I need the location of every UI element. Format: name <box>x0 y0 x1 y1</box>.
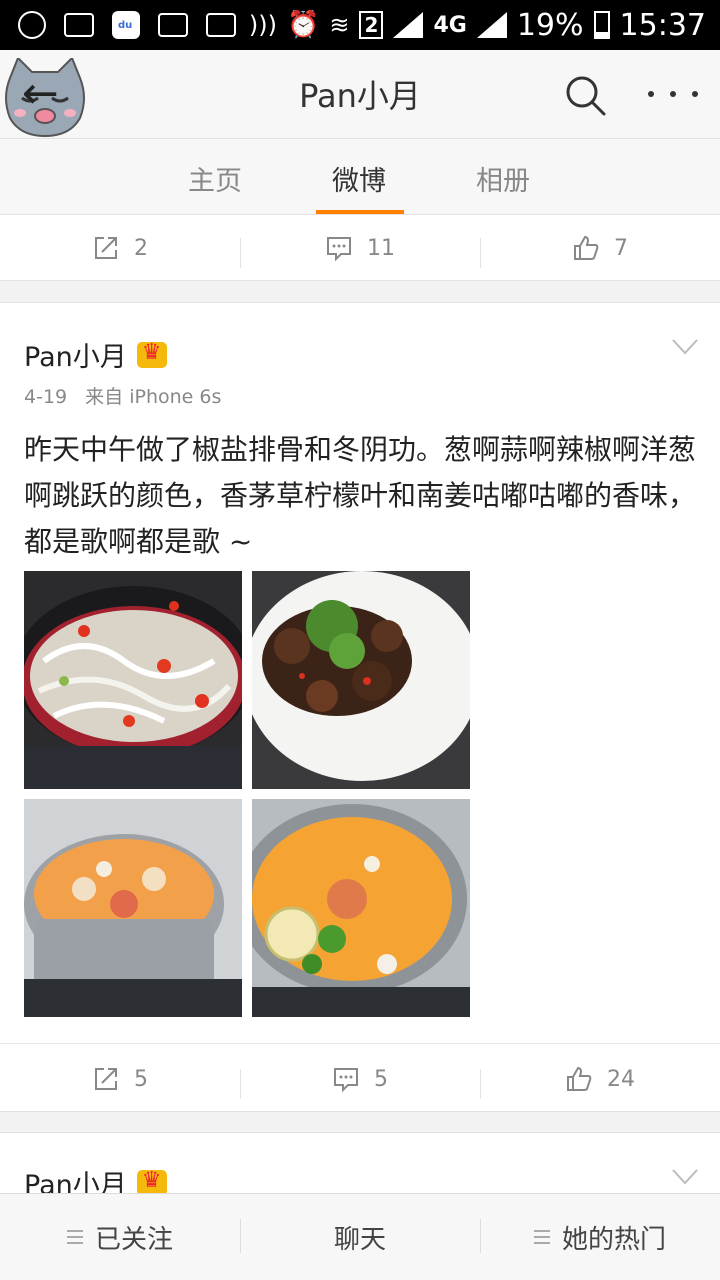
network-type: 4G <box>433 12 467 38</box>
salt-pepper-ribs-photo[interactable] <box>252 571 470 789</box>
alarm-icon: ⏰ <box>286 10 320 40</box>
search-icon[interactable] <box>564 74 606 116</box>
like-count: 7 <box>614 235 628 261</box>
more-options-icon[interactable] <box>648 76 698 112</box>
vip-crown-icon <box>136 340 167 368</box>
repost-icon <box>95 1068 117 1090</box>
baidu-notification-icon <box>112 11 140 39</box>
previous-post-actions: 2 11 7 <box>0 215 720 281</box>
frying-pan-onions-photo[interactable] <box>24 571 242 789</box>
tab-weibo[interactable]: 微博 <box>332 159 386 198</box>
repost-button[interactable]: 2 <box>0 234 240 262</box>
photo-grid <box>24 571 470 1017</box>
page-title: Pan小月 <box>299 77 421 115</box>
post-actions: 5 5 24 <box>0 1043 720 1114</box>
status-bar: ))) ⏰ ≋ 2 4G 19% 15:37 <box>0 0 720 50</box>
repost-count: 5 <box>134 1066 148 1092</box>
signal-icon <box>393 12 424 38</box>
post-author[interactable]: Pan小月 <box>24 335 127 374</box>
like-button[interactable]: 24 <box>480 1065 720 1099</box>
menu-icon <box>533 1230 550 1244</box>
post-text: 昨天中午做了椒盐排骨和冬阴功。葱啊蒜啊辣椒啊洋葱啊跳跃的颜色，香茅草柠檬叶和南姜… <box>24 433 697 558</box>
tab-home[interactable]: 主页 <box>188 159 242 198</box>
chat-label: 聊天 <box>333 1224 386 1255</box>
post-meta: 4-19 来自 iPhone 6s <box>24 382 221 409</box>
clock: 15:37 <box>619 7 706 43</box>
like-count: 24 <box>607 1066 635 1092</box>
wifi-icon: ≋ <box>329 11 350 39</box>
profile-tabs: 主页 微博 相册 <box>0 138 720 215</box>
back-arrow-icon[interactable]: ← <box>22 72 59 116</box>
repost-count: 2 <box>134 235 148 261</box>
comment-button[interactable]: 5 <box>240 1065 480 1099</box>
post-source: 来自 iPhone 6s <box>85 386 222 408</box>
her-hot-button[interactable]: 她的热门 <box>480 1217 720 1257</box>
battery-icon <box>593 11 610 39</box>
gallery-notification-icon <box>64 13 94 37</box>
repost-icon <box>95 237 117 259</box>
chevron-down-icon[interactable] <box>672 339 698 355</box>
chevron-down-icon[interactable] <box>672 1169 698 1185</box>
mail-notification-icon <box>206 13 236 37</box>
post-date: 4-19 <box>24 386 68 408</box>
her-hot-label: 她的热门 <box>561 1224 666 1255</box>
sim-indicator: 2 <box>359 11 384 39</box>
active-tab-indicator <box>316 210 404 214</box>
followed-button[interactable]: 已关注 <box>0 1217 240 1257</box>
weibo-post-card[interactable]: Pan小月 4-19 来自 iPhone 6s 昨天中午做了椒盐排骨和冬阴功。葱… <box>0 302 720 1112</box>
top-navigation: ← Pan小月 <box>0 50 720 138</box>
wechat-notification-icon <box>18 11 46 39</box>
comment-button[interactable]: 11 <box>240 234 480 268</box>
followed-label: 已关注 <box>94 1224 173 1255</box>
comment-count: 5 <box>374 1066 388 1092</box>
thumbs-up-icon <box>574 235 599 260</box>
tom-yum-pot-photo[interactable] <box>24 799 242 1017</box>
vibrate-icon: ))) <box>248 11 277 39</box>
comment-icon <box>334 1068 358 1093</box>
repost-button[interactable]: 5 <box>0 1065 240 1093</box>
tom-yum-soup-photo[interactable] <box>252 799 470 1017</box>
tab-album[interactable]: 相册 <box>476 159 530 198</box>
call-log-notification-icon <box>158 13 188 37</box>
battery-percent: 19% <box>516 7 584 43</box>
bottom-action-bar: 已关注 聊天 她的热门 <box>0 1193 720 1280</box>
vip-crown-icon <box>136 1168 167 1196</box>
comment-icon <box>327 237 351 262</box>
chat-button[interactable]: 聊天 <box>240 1217 480 1257</box>
signal-2-icon <box>476 12 507 38</box>
comment-count: 11 <box>367 235 395 261</box>
menu-icon <box>66 1230 83 1244</box>
post-header: Pan小月 4-19 来自 iPhone 6s <box>24 335 221 409</box>
like-button[interactable]: 7 <box>480 234 720 268</box>
thumbs-up-icon <box>567 1066 592 1091</box>
